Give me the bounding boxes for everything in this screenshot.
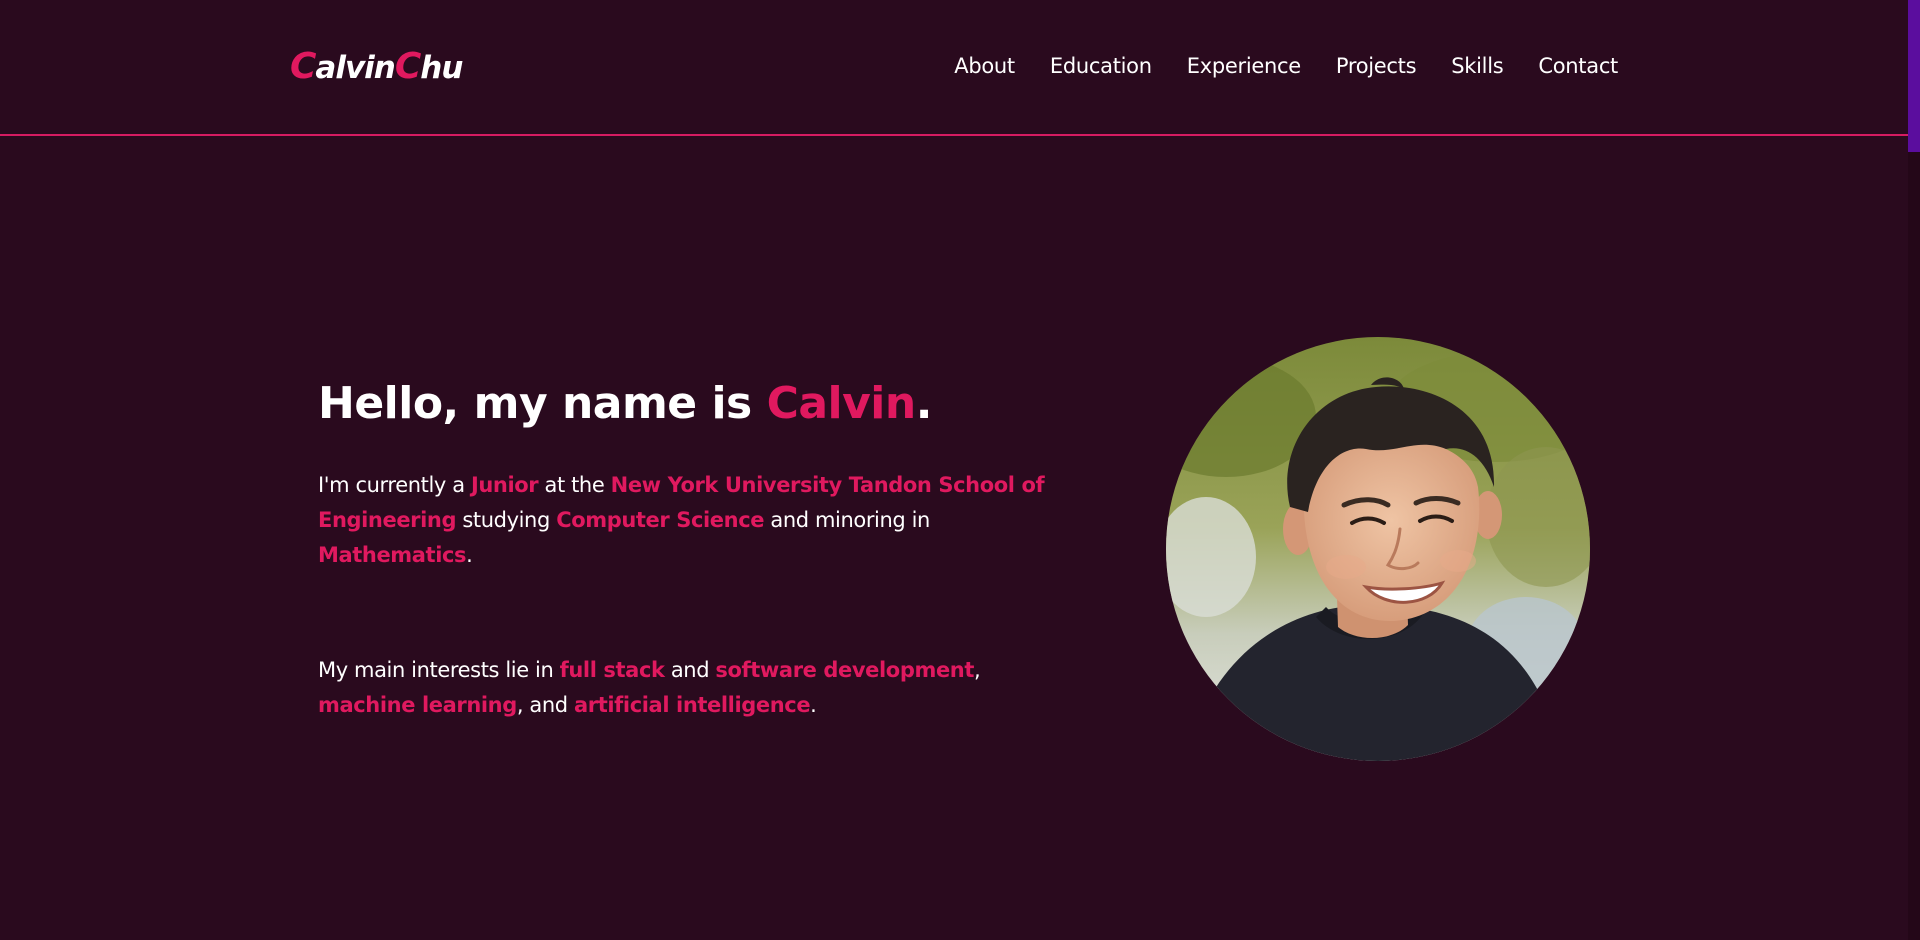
intro-paragraph-education: I'm currently a Junior at the New York U… [318, 468, 1078, 573]
text-fragment: studying [456, 508, 557, 532]
hero-title-prefix: Hello, my name is [318, 378, 767, 429]
highlight-interest: artificial intelligence [574, 693, 811, 717]
scrollbar-thumb[interactable] [1908, 0, 1920, 152]
text-fragment: My main interests lie in [318, 658, 560, 682]
nav-link-experience[interactable]: Experience [1187, 54, 1301, 78]
logo-first-initial: C [290, 46, 316, 87]
highlight-interest: machine learning [318, 693, 517, 717]
logo-link[interactable]: CalvinChu [290, 46, 463, 87]
hero-title-name: Calvin [766, 378, 917, 429]
hero-intro: Hello, my name is Calvin. I'm currently … [318, 376, 1078, 723]
hero-title-suffix: . [915, 378, 933, 429]
portrait-illustration [1166, 337, 1590, 761]
nav-link-skills[interactable]: Skills [1451, 54, 1503, 78]
text-fragment: and [664, 658, 716, 682]
highlight-interest: software development [715, 658, 974, 682]
nav-link-education[interactable]: Education [1050, 54, 1152, 78]
text-fragment: and minoring in [764, 508, 930, 532]
page-scrollbar[interactable] [1908, 0, 1920, 940]
text-fragment: I'm currently a [318, 473, 471, 497]
highlight-minor: Mathematics [318, 543, 467, 567]
page: CalvinChu About Education Experience Pro… [0, 0, 1920, 940]
logo-last-rest: hu [420, 50, 463, 86]
text-fragment: . [810, 693, 817, 717]
logo-last-initial: C [394, 46, 421, 87]
profile-photo [1166, 337, 1590, 761]
nav-link-projects[interactable]: Projects [1336, 54, 1417, 78]
nav-link-contact[interactable]: Contact [1538, 54, 1618, 78]
hero-title: Hello, my name is Calvin. [318, 376, 1078, 432]
text-fragment: . [466, 543, 473, 567]
intro-paragraph-interests: My main interests lie in full stack and … [318, 653, 1078, 723]
logo-first-rest: alvin [315, 50, 395, 86]
main-nav: About Education Experience Projects Skil… [954, 54, 1618, 78]
nav-link-about[interactable]: About [954, 54, 1015, 78]
text-fragment: at the [538, 473, 611, 497]
site-header: CalvinChu About Education Experience Pro… [0, 0, 1908, 136]
highlight-year: Junior [470, 473, 539, 497]
highlight-major: Computer Science [556, 508, 765, 532]
highlight-interest: full stack [559, 658, 665, 682]
text-fragment: , and [516, 693, 574, 717]
text-fragment: , [973, 658, 981, 682]
